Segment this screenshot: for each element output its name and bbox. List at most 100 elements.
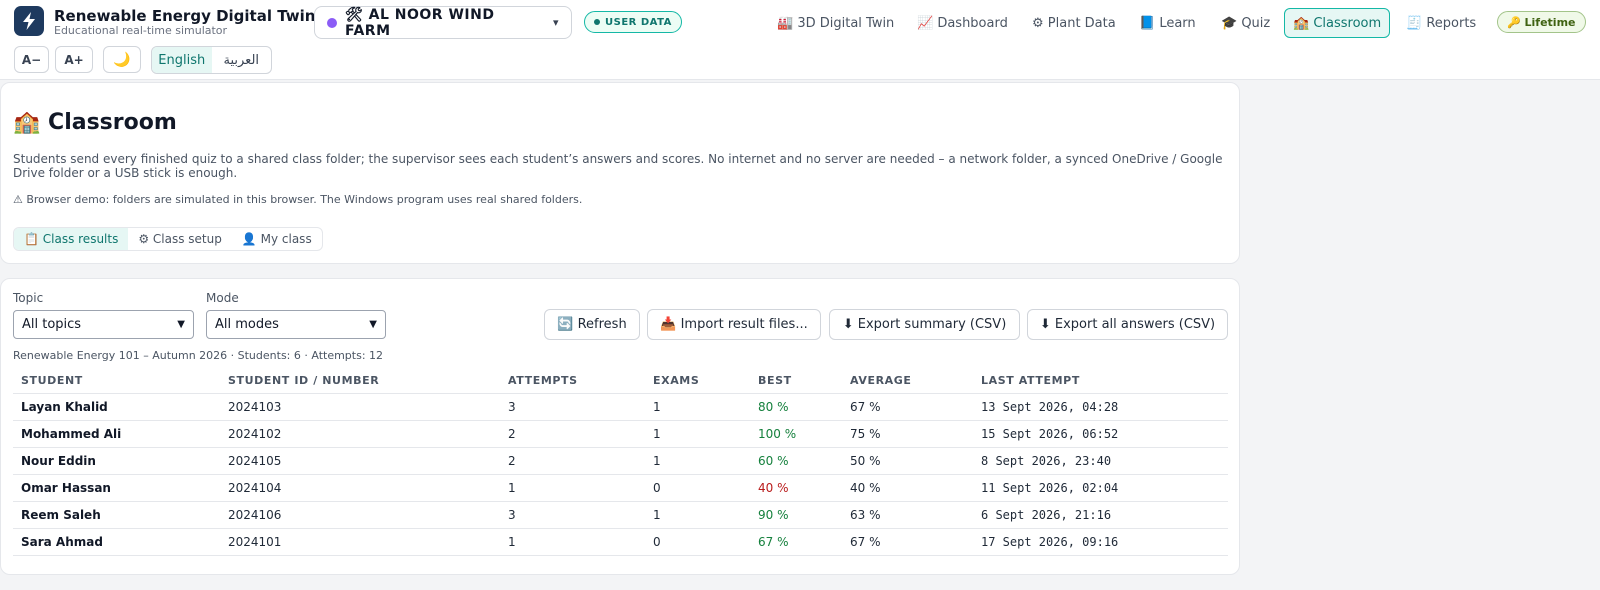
chevron-down-icon: ▼	[177, 319, 185, 330]
plant-name: 🛠 AL NOOR WIND FARM	[345, 6, 495, 39]
status-dot-icon	[594, 19, 600, 25]
page-title: 🏫 Classroom	[13, 110, 177, 135]
student-id: 2024102	[220, 420, 500, 448]
last-attempt: 17 Sept 2026, 09:16	[973, 528, 1228, 556]
average-score: 67 %	[842, 528, 973, 556]
attempts-count: 3	[500, 393, 645, 421]
table-row[interactable]: Omar Hassan 2024104 1 0 40 % 40 % 11 Sep…	[13, 474, 1228, 502]
app-title: Renewable Energy Digital Twin	[54, 7, 316, 25]
chevron-down-icon: ▼	[369, 319, 377, 330]
user-data-label: USER DATA	[605, 16, 672, 28]
plant-status-dot	[327, 17, 337, 28]
student-id: 2024101	[220, 528, 500, 556]
student-name: Reem Saleh	[13, 501, 220, 529]
attempts-count: 2	[500, 447, 645, 475]
nav-3d-digital-twin[interactable]: 🏭 3D Digital Twin	[769, 9, 902, 37]
table-row[interactable]: Reem Saleh 2024106 3 1 90 % 63 % 6 Sept …	[13, 501, 1228, 529]
export-all-answers-button[interactable]: ⬇ Export all answers (CSV)	[1027, 309, 1228, 340]
demo-warning: ⚠ Browser demo: folders are simulated in…	[13, 193, 583, 206]
nav-quiz[interactable]: 🎓 Quiz	[1213, 9, 1278, 37]
user-data-badge: USER DATA	[584, 11, 682, 33]
student-name: Omar Hassan	[13, 474, 220, 502]
exams-count: 0	[645, 474, 750, 502]
class-summary: Renewable Energy 101 – Autumn 2026 · Stu…	[13, 349, 384, 362]
best-score: 80 %	[750, 393, 842, 421]
nav-learn[interactable]: 📘 Learn	[1131, 9, 1204, 37]
tab-class-results[interactable]: 📋 Class results	[14, 228, 129, 250]
font-larger-button[interactable]: A+	[55, 46, 93, 73]
table-row[interactable]: Mohammed Ali 2024102 2 1 100 % 75 % 15 S…	[13, 420, 1228, 448]
exams-count: 1	[645, 447, 750, 475]
header-student-id[interactable]: STUDENT ID / NUMBER	[220, 369, 500, 394]
tab-class-setup[interactable]: ⚙ Class setup	[128, 228, 232, 250]
lightning-logo-icon	[14, 6, 44, 36]
average-score: 63 %	[842, 501, 973, 529]
class-results-card: Topic All topics ▼ Mode All modes ▼ 🔄 Re…	[0, 278, 1240, 575]
table-row[interactable]: Nour Eddin 2024105 2 1 60 % 50 % 8 Sept …	[13, 447, 1228, 475]
attempts-count: 1	[500, 474, 645, 502]
mode-select[interactable]: All modes ▼	[206, 310, 386, 339]
last-attempt: 15 Sept 2026, 06:52	[973, 420, 1228, 448]
average-score: 67 %	[842, 393, 973, 421]
page-description: Students send every finished quiz to a s…	[13, 152, 1223, 180]
classroom-tabs: 📋 Class results ⚙ Class setup 👤 My class	[13, 227, 323, 251]
average-score: 40 %	[842, 474, 973, 502]
student-name: Sara Ahmad	[13, 528, 220, 556]
header-attempts[interactable]: ATTEMPTS	[500, 369, 645, 394]
mode-label: Mode	[206, 291, 239, 305]
classroom-intro-card: 🏫 Classroom Students send every finished…	[0, 82, 1240, 264]
topic-select[interactable]: All topics ▼	[13, 310, 194, 339]
last-attempt: 8 Sept 2026, 23:40	[973, 447, 1228, 475]
header-student[interactable]: STUDENT	[13, 369, 220, 394]
lang-arabic-button[interactable]: العربية	[212, 47, 272, 73]
plant-selector[interactable]: 🛠 AL NOOR WIND FARM ▾	[314, 6, 572, 39]
lifetime-license-badge: 🔑 Lifetime	[1497, 11, 1586, 33]
table-row[interactable]: Layan Khalid 2024103 3 1 80 % 67 % 13 Se…	[13, 393, 1228, 421]
nav-plant-data[interactable]: ⚙ Plant Data	[1024, 9, 1124, 37]
dark-mode-toggle[interactable]: 🌙	[103, 46, 141, 73]
average-score: 50 %	[842, 447, 973, 475]
exams-count: 1	[645, 420, 750, 448]
student-name: Layan Khalid	[13, 393, 220, 421]
nav-reports[interactable]: 🧾 Reports	[1398, 9, 1484, 37]
header-average[interactable]: AVERAGE	[842, 369, 973, 394]
results-table: STUDENT STUDENT ID / NUMBER ATTEMPTS EXA…	[13, 369, 1228, 556]
student-id: 2024106	[220, 501, 500, 529]
best-score: 90 %	[750, 501, 842, 529]
import-result-files-button[interactable]: 📥 Import result files...	[647, 309, 821, 340]
font-smaller-button[interactable]: A−	[14, 46, 49, 73]
header-last-attempt[interactable]: LAST ATTEMPT	[973, 369, 1228, 394]
last-attempt: 11 Sept 2026, 02:04	[973, 474, 1228, 502]
student-name: Mohammed Ali	[13, 420, 220, 448]
exams-count: 0	[645, 528, 750, 556]
best-score: 40 %	[750, 474, 842, 502]
app-subtitle: Educational real-time simulator	[54, 24, 228, 37]
attempts-count: 2	[500, 420, 645, 448]
exams-count: 1	[645, 393, 750, 421]
app-header: Renewable Energy Digital Twin Educationa…	[0, 0, 1600, 80]
refresh-button[interactable]: 🔄 Refresh	[544, 309, 640, 340]
student-id: 2024103	[220, 393, 500, 421]
topic-label: Topic	[13, 291, 44, 305]
best-score: 100 %	[750, 420, 842, 448]
chevron-down-icon: ▾	[552, 16, 559, 29]
table-row[interactable]: Sara Ahmad 2024101 1 0 67 % 67 % 17 Sept…	[13, 528, 1228, 556]
tab-my-class[interactable]: 👤 My class	[232, 228, 322, 250]
mode-select-value: All modes	[215, 317, 279, 332]
attempts-count: 3	[500, 501, 645, 529]
last-attempt: 13 Sept 2026, 04:28	[973, 393, 1228, 421]
header-exams[interactable]: EXAMS	[645, 369, 750, 394]
export-summary-button[interactable]: ⬇ Export summary (CSV)	[829, 309, 1020, 340]
exams-count: 1	[645, 501, 750, 529]
table-header-row: STUDENT STUDENT ID / NUMBER ATTEMPTS EXA…	[13, 369, 1228, 394]
nav-dashboard[interactable]: 📈 Dashboard	[909, 9, 1016, 37]
best-score: 60 %	[750, 447, 842, 475]
header-best[interactable]: BEST	[750, 369, 842, 394]
best-score: 67 %	[750, 528, 842, 556]
student-name: Nour Eddin	[13, 447, 220, 475]
attempts-count: 1	[500, 528, 645, 556]
student-id: 2024105	[220, 447, 500, 475]
nav-classroom[interactable]: 🏫 Classroom	[1284, 8, 1391, 38]
language-switcher: English العربية	[151, 46, 272, 74]
lang-english-button[interactable]: English	[152, 47, 212, 73]
